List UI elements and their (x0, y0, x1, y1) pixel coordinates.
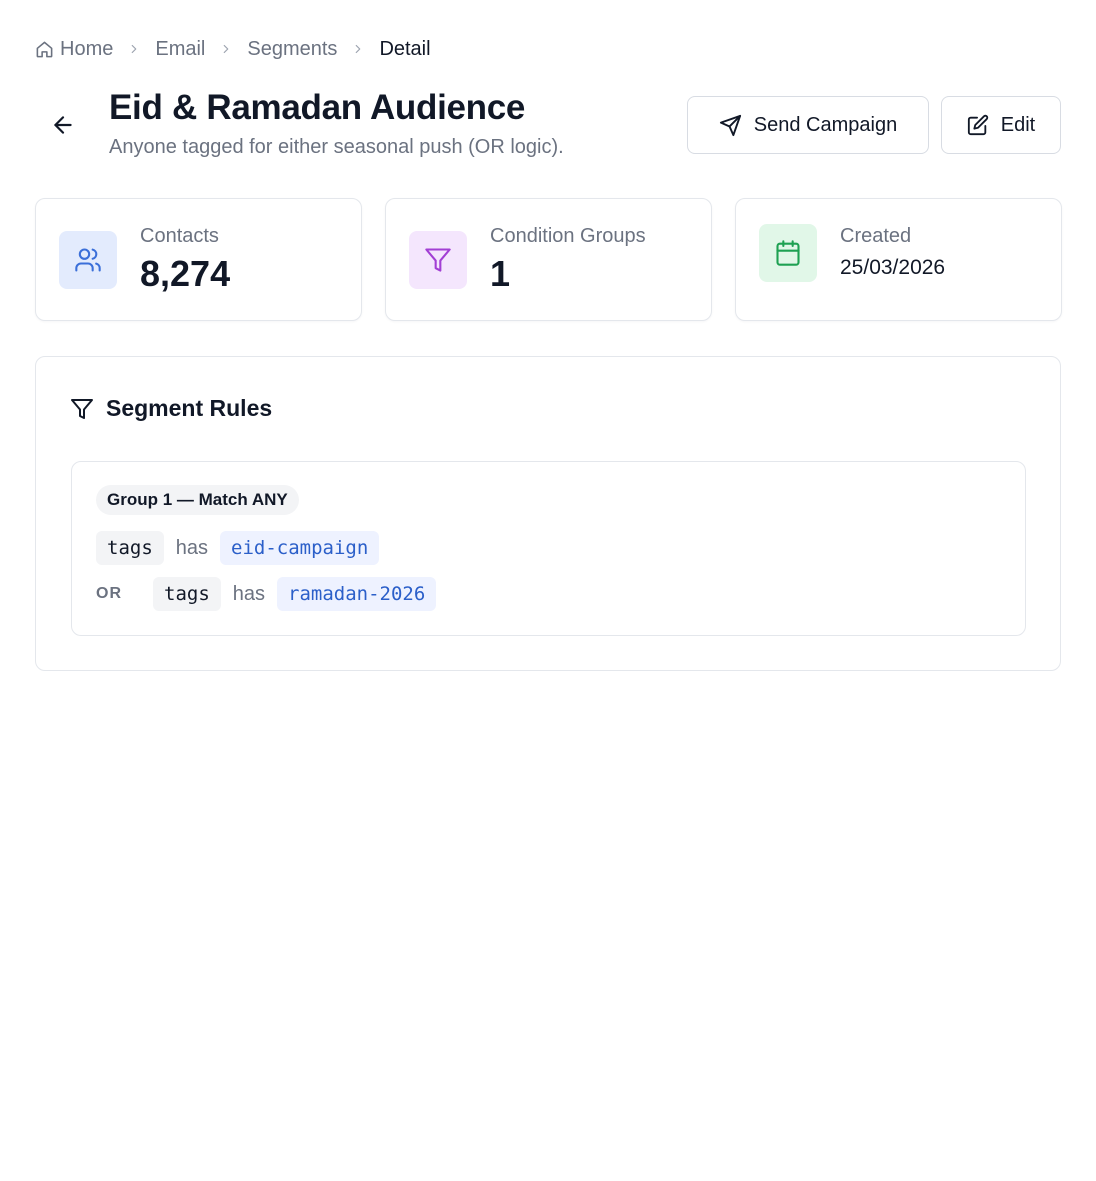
breadcrumb-home-label: Home (60, 37, 114, 60)
edit-label: Edit (1000, 113, 1036, 136)
segment-rules-title: Segment Rules (106, 395, 273, 421)
stat-card-condition-groups: Condition Groups 1 (385, 198, 712, 321)
send-campaign-label: Send Campaign (753, 113, 898, 136)
stat-card-created: Created 25/03/2026 (735, 198, 1062, 321)
back-button[interactable] (48, 110, 78, 140)
condition-value: eid-campaign (220, 531, 380, 565)
filter-icon (409, 231, 467, 289)
breadcrumb: Home Email Segments Detail (35, 36, 431, 62)
condition-logic: OR (96, 585, 122, 602)
send-campaign-button[interactable]: Send Campaign (687, 96, 929, 154)
condition-field: tags (96, 531, 164, 565)
segment-rules-card: Segment Rules Group 1 — Match ANY tags h… (35, 356, 1061, 671)
chevron-right-icon (127, 42, 141, 56)
edit-button[interactable]: Edit (941, 96, 1061, 154)
breadcrumb-home[interactable]: Home (35, 38, 113, 61)
stat-value: 25/03/2026 (840, 256, 946, 279)
condition-operator: has (175, 536, 209, 559)
condition-value: ramadan-2026 (277, 577, 437, 611)
stat-label: Condition Groups (490, 225, 646, 247)
arrow-left-icon (54, 116, 72, 134)
home-icon (36, 41, 53, 57)
condition-field: tags (153, 577, 221, 611)
breadcrumb-detail: Detail (379, 37, 431, 60)
users-icon (59, 231, 117, 289)
breadcrumb-email[interactable]: Email (155, 38, 205, 61)
breadcrumb-segments[interactable]: Segments (247, 38, 337, 61)
condition-row: OR tags has ramadan-2026 (96, 577, 437, 611)
condition-operator: has (232, 582, 266, 605)
page-title: Eid & Ramadan Audience (109, 88, 526, 127)
condition-group: Group 1 — Match ANY tags has eid-campaig… (71, 461, 1026, 636)
stat-label: Created (840, 225, 912, 247)
chevron-right-icon (219, 42, 233, 56)
send-icon (719, 114, 741, 136)
segment-rules-heading: Segment Rules (70, 395, 272, 422)
stat-value: 1 (490, 253, 511, 294)
page-subtitle: Anyone tagged for either seasonal push (… (109, 136, 564, 158)
group-badge: Group 1 — Match ANY (96, 485, 299, 515)
stat-card-contacts: Contacts 8,274 (35, 198, 362, 321)
stat-label: Contacts (140, 225, 219, 247)
edit-icon (967, 114, 988, 136)
stat-value: 8,274 (140, 253, 231, 294)
chevron-right-icon (351, 42, 365, 56)
filter-icon (71, 398, 93, 419)
calendar-icon (759, 224, 817, 282)
condition-row: tags has eid-campaign (96, 531, 380, 565)
